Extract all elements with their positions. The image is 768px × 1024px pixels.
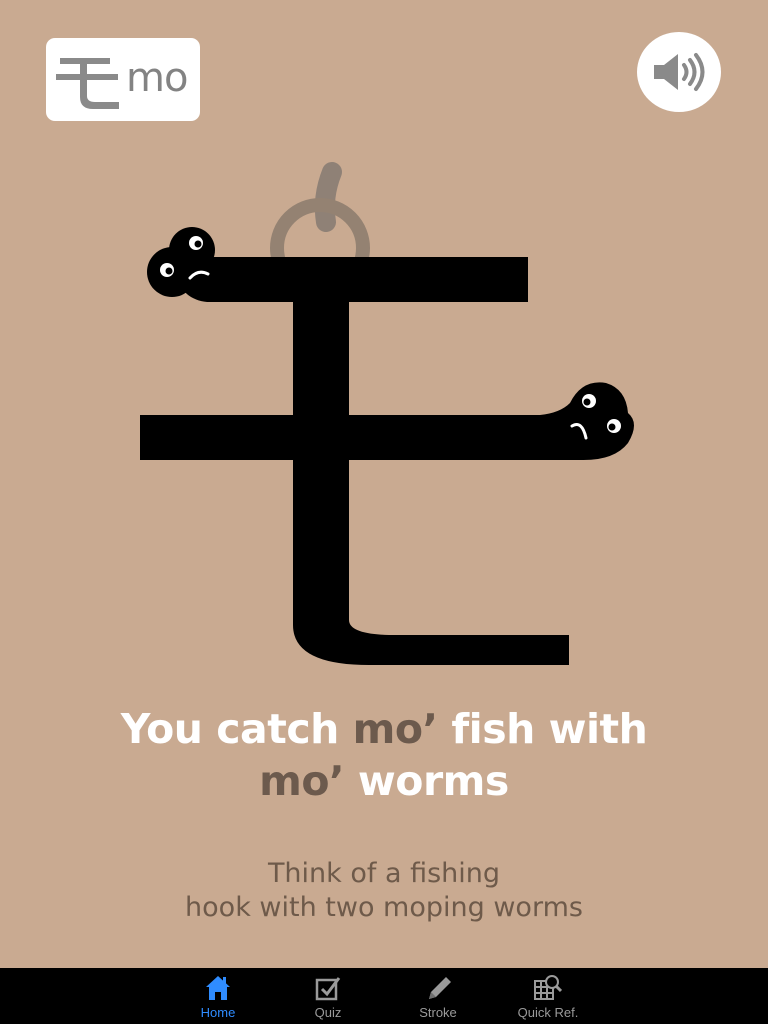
sound-button[interactable] bbox=[637, 32, 721, 112]
mnemonic-accent: mo’ bbox=[259, 757, 345, 805]
mnemonic-accent: mo’ bbox=[352, 705, 438, 753]
tab-quick-ref[interactable]: Quick Ref. bbox=[508, 968, 588, 1024]
romaji-label: mo bbox=[126, 55, 188, 101]
grid-search-icon bbox=[534, 975, 562, 1000]
mnemonic-headline: You catch mo’ fish with mo’ worms bbox=[0, 703, 768, 807]
mnemonic-line-2: mo’ worms bbox=[259, 757, 509, 805]
tab-quiz[interactable]: Quiz bbox=[288, 968, 368, 1024]
lower-worm bbox=[140, 382, 634, 461]
home-icon bbox=[206, 976, 230, 1000]
tab-stroke[interactable]: Stroke bbox=[398, 968, 478, 1024]
tab-home[interactable]: Home bbox=[178, 968, 258, 1024]
hook-stroke bbox=[293, 290, 569, 665]
kana-glyph-mo bbox=[56, 58, 119, 109]
mnemonic-illustration bbox=[140, 162, 634, 665]
checkbox-icon bbox=[315, 977, 341, 1001]
pencil-icon bbox=[429, 977, 451, 999]
kana-card[interactable]: mo bbox=[46, 38, 200, 121]
tab-bar: Home Quiz Stroke Quick Ref. bbox=[0, 968, 768, 1024]
mnemonic-line-1: You catch mo’ fish with bbox=[120, 705, 648, 753]
hint-text: Think of a fishing hook with two moping … bbox=[185, 858, 583, 923]
upper-worm bbox=[147, 227, 528, 302]
speaker-icon bbox=[654, 53, 705, 91]
